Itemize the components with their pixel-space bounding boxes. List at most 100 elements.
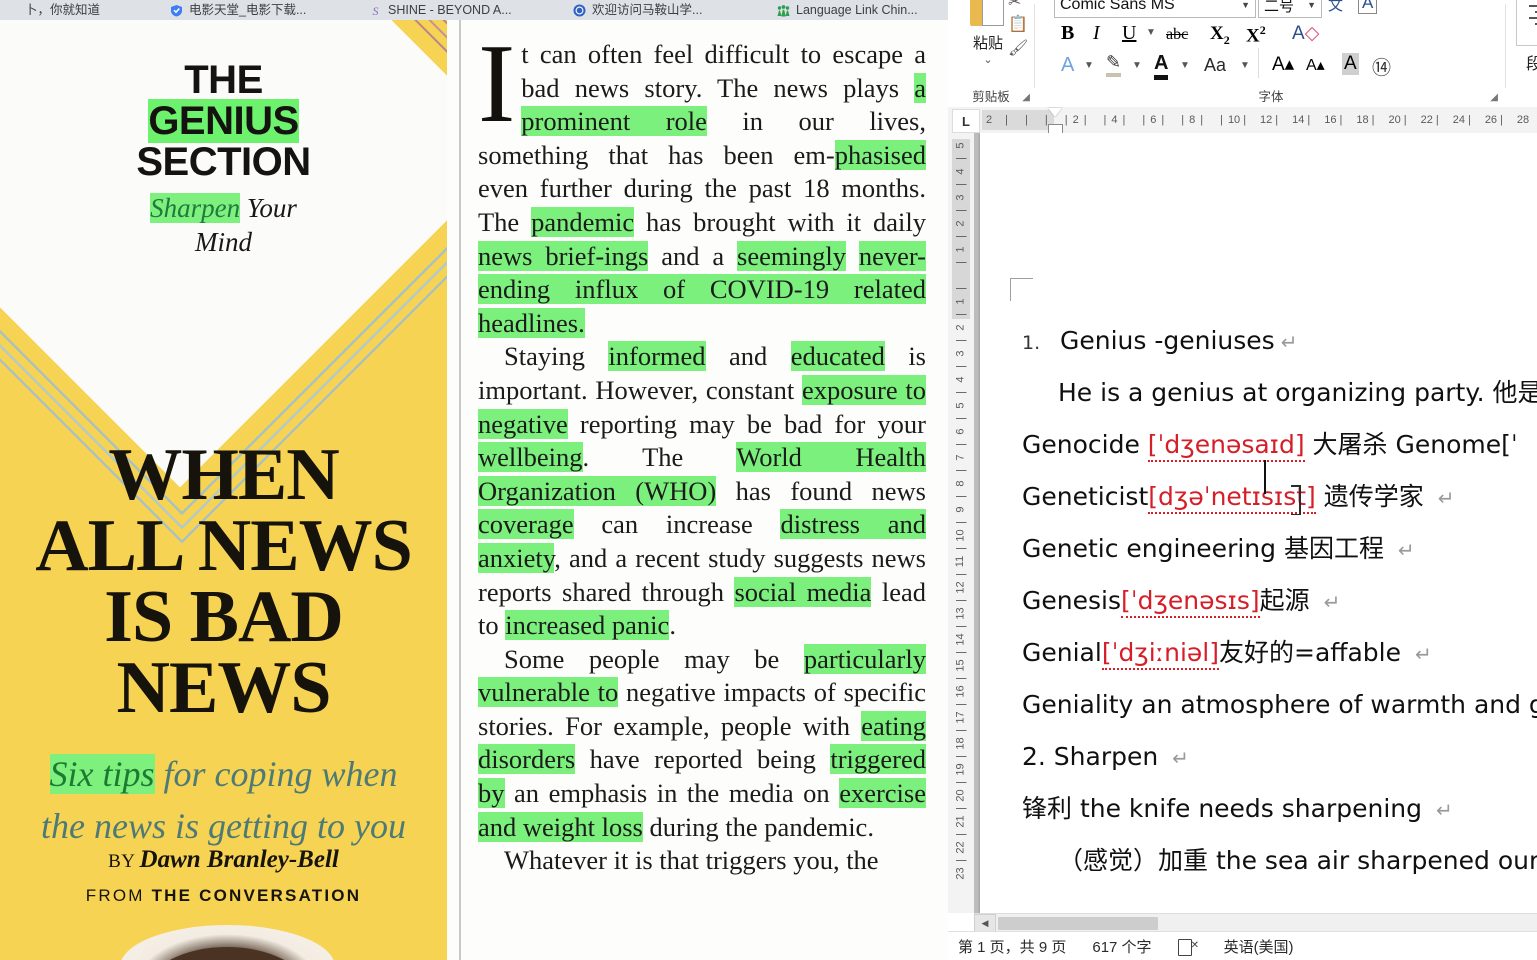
superscript-button[interactable]: X2: [1246, 23, 1266, 47]
left-indent-marker[interactable]: [1048, 124, 1063, 133]
photo-hair: [148, 947, 306, 960]
headline-line-2: ALL NEWS: [35, 505, 413, 587]
ruler-tick: |: [1467, 114, 1471, 126]
browser-tab-label: Language Link Chin...: [796, 3, 918, 17]
font-color-caret-icon[interactable]: ▼: [1180, 60, 1190, 71]
highlight-caret-icon[interactable]: ▼: [1132, 60, 1142, 71]
shrink-font-button[interactable]: A▴: [1306, 55, 1325, 75]
scrollbar-thumb[interactable]: [998, 916, 1158, 930]
format-painter-icon[interactable]: 🖌: [1008, 38, 1028, 58]
line-text: 2. Sharpen: [1022, 742, 1167, 771]
font-color-icon[interactable]: A: [1154, 52, 1169, 80]
word-count[interactable]: 617 个字: [1092, 936, 1151, 957]
paragraph-align-icon[interactable]: [1516, 0, 1537, 46]
paragraph-caret-icon[interactable]: ⌄: [1506, 72, 1537, 85]
browser-tab[interactable]: 卜，你就知道: [0, 0, 164, 20]
browser-tab[interactable]: Language Link Chin...: [771, 0, 950, 20]
document-text-body[interactable]: 1. Genius -geniuses ↵ He is a genius at or…: [1022, 315, 1537, 887]
horizontal-scrollbar[interactable]: ◀: [974, 913, 1537, 932]
pilcrow-icon: ↵: [1435, 798, 1453, 822]
font-dialog-launcher[interactable]: ◢: [1490, 92, 1498, 103]
vertical-ruler-tick: |: [954, 521, 967, 524]
vertical-ruler-tick: |: [954, 339, 967, 342]
scroll-left-arrow-icon[interactable]: ◀: [974, 914, 996, 932]
article-paragraph-1: It can often feel difficult to escape a …: [478, 38, 926, 338]
italic-button[interactable]: I: [1093, 22, 1100, 45]
font-group-label: 字体: [1258, 90, 1284, 104]
clipboard-dialog-launcher[interactable]: ◢: [1022, 92, 1030, 103]
document-line: Genetic engineering 基因工程 ↵: [1022, 523, 1537, 575]
browser-tab[interactable]: S SHINE - BEYOND A...: [363, 0, 567, 20]
vertical-ruler-tick: |: [954, 495, 967, 498]
underline-button[interactable]: U: [1122, 22, 1136, 45]
phonetic-guide-icon[interactable]: 文: [1328, 0, 1343, 15]
paragraph-label: 段落: [1525, 56, 1537, 73]
browser-tab[interactable]: 欢迎访问马鞍山学...: [567, 0, 771, 20]
first-line-indent-marker[interactable]: [1048, 108, 1062, 117]
ruler-tick: |: [1403, 114, 1407, 126]
document-page[interactable]: 1. Genius -geniuses ↵ He is a genius at or…: [980, 133, 1537, 913]
document-line: Genesis[ˈdʒenəsɪs]起源 ↵: [1022, 575, 1537, 627]
horizontal-ruler[interactable]: L 2 | | | | 2 | | 4 | | 6 | | 8 | | 10 |…: [948, 107, 1537, 134]
vertical-ruler-tick: |: [954, 313, 967, 316]
bold-button[interactable]: B: [1061, 22, 1074, 45]
ruler-tick: |: [1103, 114, 1107, 126]
highlight-color-icon[interactable]: ✎: [1106, 52, 1122, 77]
character-shading-icon[interactable]: A: [1342, 53, 1359, 75]
scissors-icon[interactable]: ✂: [1008, 0, 1021, 12]
vertical-ruler-tick: |: [954, 729, 967, 732]
vertical-ruler[interactable]: 5 | 4 | 3 | 2 | 1 | | 1 | 2 | 3 | 4 | 5 | 6 | 7 | 8 | 9 | 10 | 11 | 12 | 13…: [948, 133, 974, 913]
ribbon-group-clipboard: 粘贴 ⌄ ✂ 📋 🖌 剪贴板 ◢: [948, 0, 1034, 107]
text-effects-caret-icon[interactable]: ▼: [1084, 60, 1094, 71]
vertical-ruler-tick: |: [954, 703, 967, 706]
pilcrow-icon: ↵: [1280, 330, 1298, 354]
line-text: Genocide: [1022, 430, 1148, 459]
copy-icon[interactable]: 📋: [1008, 14, 1028, 34]
proofing-errors-icon[interactable]: ✕: [1177, 939, 1199, 956]
source-prefix: FROM: [85, 886, 152, 905]
badge-sub-rest: Your: [240, 193, 297, 223]
change-case-caret-icon[interactable]: ▼: [1240, 60, 1250, 71]
chevron-down-icon[interactable]: ▼: [1236, 0, 1255, 10]
vertical-ruler-tick: |: [954, 235, 967, 238]
ruler-tick: |: [1122, 114, 1126, 126]
subscript-button[interactable]: X2: [1210, 23, 1230, 48]
clear-formatting-icon[interactable]: A◇: [1292, 22, 1319, 45]
byline-author: Dawn Branley-Bell: [139, 846, 339, 873]
browser-tab-strip[interactable]: 卜，你就知道 电影天堂_电影下载... S SHINE - BEYOND A..…: [0, 0, 950, 20]
vertical-ruler-tick: 9: [954, 506, 967, 513]
paste-button[interactable]: [968, 0, 1004, 30]
document-canvas[interactable]: 1. Genius -geniuses ↵ He is a genius at or…: [974, 133, 1537, 913]
vertical-ruler-tick: 3: [954, 194, 967, 201]
tab-stop-selector[interactable]: L: [952, 109, 980, 133]
character-border-icon[interactable]: A: [1358, 0, 1378, 14]
underline-dropdown-caret-icon[interactable]: ▼: [1146, 27, 1156, 38]
change-case-button[interactable]: Aa: [1204, 55, 1226, 76]
chevron-down-icon[interactable]: ▼: [1302, 0, 1321, 10]
browser-tab[interactable]: 电影天堂_电影下载...: [164, 0, 363, 20]
line-translation: 起源: [1259, 586, 1318, 615]
vertical-ruler-tick: 8: [954, 480, 967, 487]
vertical-ruler-tick: 2: [954, 220, 967, 227]
ruler-tick: 20: [1388, 114, 1401, 126]
language-indicator[interactable]: 英语(美国): [1224, 936, 1294, 957]
text-effects-icon[interactable]: A: [1061, 54, 1074, 77]
strikethrough-button[interactable]: abc: [1166, 26, 1188, 44]
vertical-ruler-tick: |: [954, 573, 967, 576]
document-line: Geneticist[dʒəˈnetɪsɪst] 遗传学家 ↵: [1022, 471, 1537, 523]
font-name-combobox[interactable]: Comic Sans MS ▼: [1054, 0, 1256, 18]
green-people-icon: [777, 4, 790, 17]
browser-tab-label: SHINE - BEYOND A...: [388, 3, 512, 17]
pilcrow-icon: ↵: [1172, 746, 1189, 770]
badge-line-the: THE: [184, 58, 263, 102]
drop-cap-i: I: [478, 38, 516, 146]
grow-font-button[interactable]: A▴: [1272, 53, 1294, 76]
vertical-ruler-tick: 3: [954, 350, 967, 357]
ruler-tick: 24: [1452, 114, 1465, 126]
font-size-combobox[interactable]: 二号 ▼: [1258, 0, 1322, 18]
badge-line-section: SECTION: [136, 140, 311, 184]
enclose-character-icon[interactable]: ⑭: [1372, 53, 1391, 80]
ruler-tick: 10: [1227, 114, 1241, 126]
page-indicator[interactable]: 第 1 页，共 9 页: [958, 936, 1066, 957]
magazine-page-image: THE GENIUS SECTION Sharpen Your Mind WHE…: [0, 20, 948, 960]
